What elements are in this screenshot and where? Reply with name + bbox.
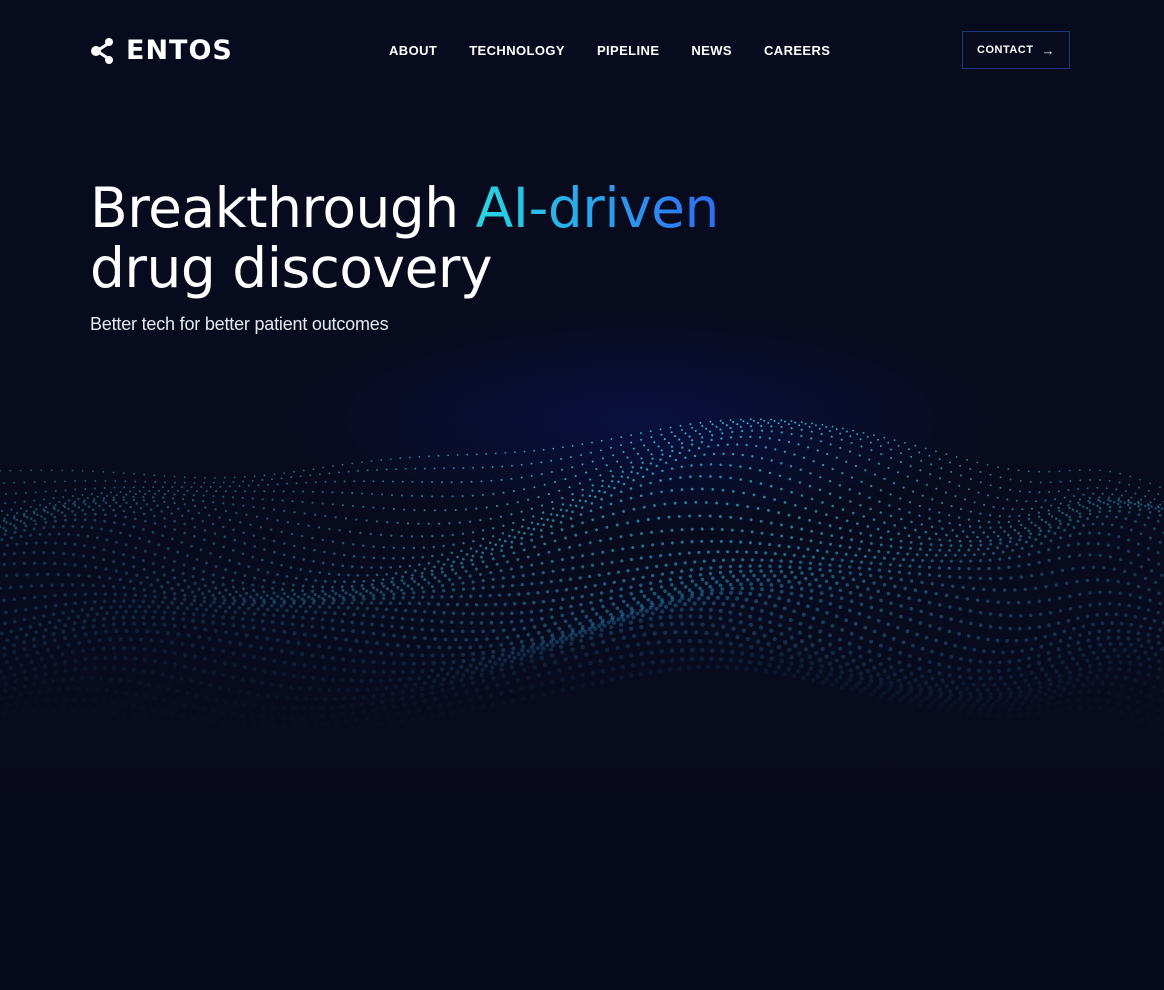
page: ENTOS ABOUT TECHNOLOGY PIPELINE NEWS CAR… <box>0 0 1164 990</box>
hero-title: Breakthrough AI-driven drug discovery <box>90 178 890 298</box>
nav-item-careers[interactable]: CAREERS <box>764 43 830 59</box>
site-header: ENTOS ABOUT TECHNOLOGY PIPELINE NEWS CAR… <box>0 0 1164 102</box>
contact-label: CONTACT <box>977 44 1034 56</box>
nav-item-pipeline[interactable]: PIPELINE <box>597 43 659 59</box>
brand-name: ENTOS <box>126 35 233 66</box>
main-nav: ABOUT TECHNOLOGY PIPELINE NEWS CAREERS <box>389 43 862 59</box>
contact-button[interactable]: CONTACT → <box>962 31 1070 69</box>
logo-link[interactable]: ENTOS <box>90 36 233 66</box>
bottom-fade <box>0 640 1164 990</box>
nav-item-technology[interactable]: TECHNOLOGY <box>469 43 565 59</box>
hero-title-accent: AI-driven <box>475 176 720 240</box>
molecule-icon <box>91 38 113 64</box>
hero-title-part1: Breakthrough <box>90 176 476 240</box>
nav-item-news[interactable]: NEWS <box>691 43 732 59</box>
hero-subtitle: Better tech for better patient outcomes <box>90 314 389 334</box>
arrow-right-icon: → <box>1041 42 1055 58</box>
nav-item-about[interactable]: ABOUT <box>389 43 437 59</box>
hero-section: Breakthrough AI-driven drug discovery Be… <box>90 178 890 336</box>
hero-title-part2: drug discovery <box>90 236 493 300</box>
